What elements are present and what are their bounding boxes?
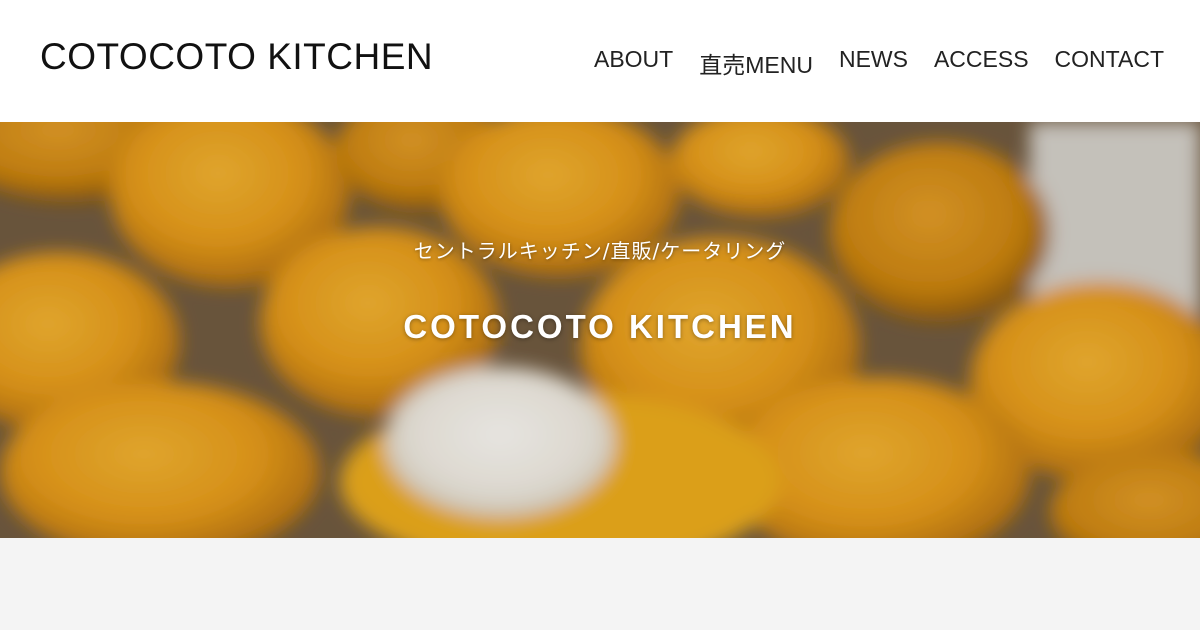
content-section — [0, 538, 1200, 630]
hero-section: セントラルキッチン/直販/ケータリング COTOCOTO KITCHEN — [0, 122, 1200, 538]
nav-contact[interactable]: CONTACT — [1055, 46, 1164, 80]
nav-access[interactable]: ACCESS — [934, 46, 1029, 80]
nav-menu[interactable]: 直売MENU — [699, 46, 813, 80]
hero-title: COTOCOTO KITCHEN — [403, 308, 797, 345]
main-nav: ABOUT 直売MENU NEWS ACCESS CONTACT — [594, 46, 1164, 80]
nav-about[interactable]: ABOUT — [594, 46, 673, 80]
nav-news[interactable]: NEWS — [839, 46, 908, 80]
site-logo[interactable]: COTOCOTO KITCHEN — [40, 36, 433, 78]
site-header: COTOCOTO KITCHEN ABOUT 直売MENU NEWS ACCES… — [0, 0, 1200, 122]
hero-subtitle: セントラルキッチン/直販/ケータリング — [413, 239, 787, 263]
